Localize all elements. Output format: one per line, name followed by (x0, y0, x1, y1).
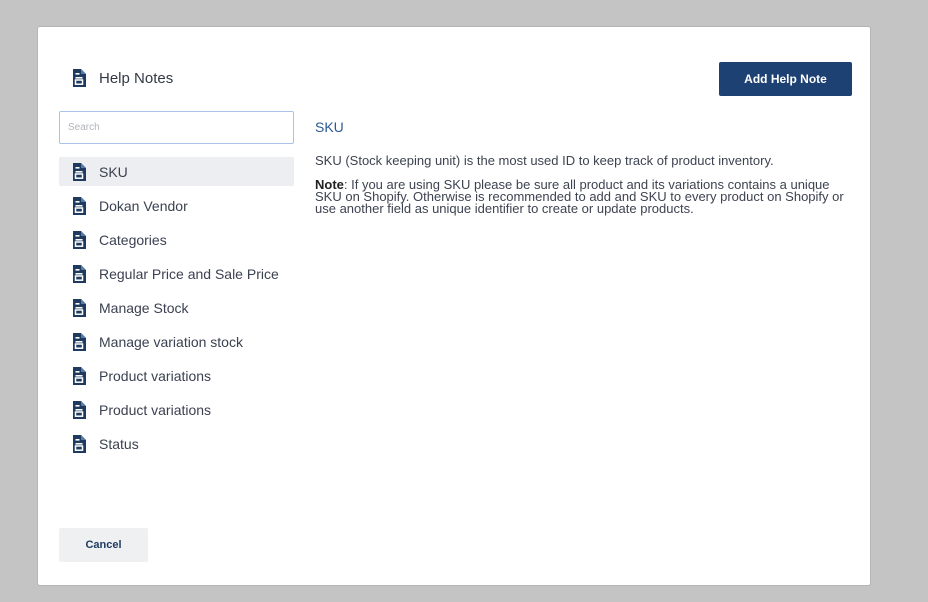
document-icon (73, 264, 86, 283)
add-help-note-button[interactable]: Add Help Note (719, 62, 852, 96)
content-note: Note: If you are using SKU please be sur… (315, 177, 855, 216)
note-item-manage-stock[interactable]: Manage Stock (59, 293, 294, 322)
help-notes-dialog: Help Notes Add Help Note SKU Dokan Vendo… (37, 26, 871, 586)
dialog-header: Help Notes (72, 69, 173, 87)
note-item-label: Regular Price and Sale Price (99, 265, 279, 282)
note-item-label: SKU (99, 163, 128, 180)
note-item-label: Manage Stock (99, 299, 189, 316)
cancel-button[interactable]: Cancel (59, 528, 148, 562)
document-icon (73, 69, 86, 87)
note-item-label: Categories (99, 231, 167, 248)
note-item-label: Product variations (99, 367, 212, 384)
note-item-product-variations[interactable]: Product variations (59, 361, 294, 390)
note-item-dokan-vendor[interactable]: Dokan Vendor (59, 191, 294, 220)
note-item-label: Product variations (99, 401, 212, 418)
note-item-categories[interactable]: Categories (59, 225, 294, 254)
document-icon (73, 196, 86, 215)
document-icon (73, 298, 86, 317)
document-icon (73, 366, 86, 385)
help-note-content: SKU SKU (Stock keeping unit) is the most… (315, 119, 855, 227)
note-item-label: Manage variation stock (99, 333, 243, 350)
document-icon (73, 434, 86, 453)
note-text: : If you are using SKU please be sure al… (315, 177, 844, 216)
note-item-label: Dokan Vendor (99, 197, 188, 214)
search-input[interactable] (59, 111, 294, 144)
document-icon (73, 400, 86, 419)
note-item-label: Status (99, 435, 139, 452)
note-item-status[interactable]: Status (59, 429, 294, 458)
note-item-product-variations-2[interactable]: Product variations (59, 395, 294, 424)
help-note-list: SKU Dokan Vendor Categories Regular Pric… (59, 157, 294, 463)
content-title: SKU (315, 119, 344, 135)
note-item-regular-price-sale-price[interactable]: Regular Price and Sale Price (59, 259, 294, 288)
document-icon (73, 230, 86, 249)
content-paragraph: SKU (Stock keeping unit) is the most use… (315, 153, 774, 168)
document-icon (73, 332, 86, 351)
note-item-sku[interactable]: SKU (59, 157, 294, 186)
note-item-manage-variation-stock[interactable]: Manage variation stock (59, 327, 294, 356)
dialog-title: Help Notes (99, 69, 174, 87)
document-icon (73, 162, 86, 181)
